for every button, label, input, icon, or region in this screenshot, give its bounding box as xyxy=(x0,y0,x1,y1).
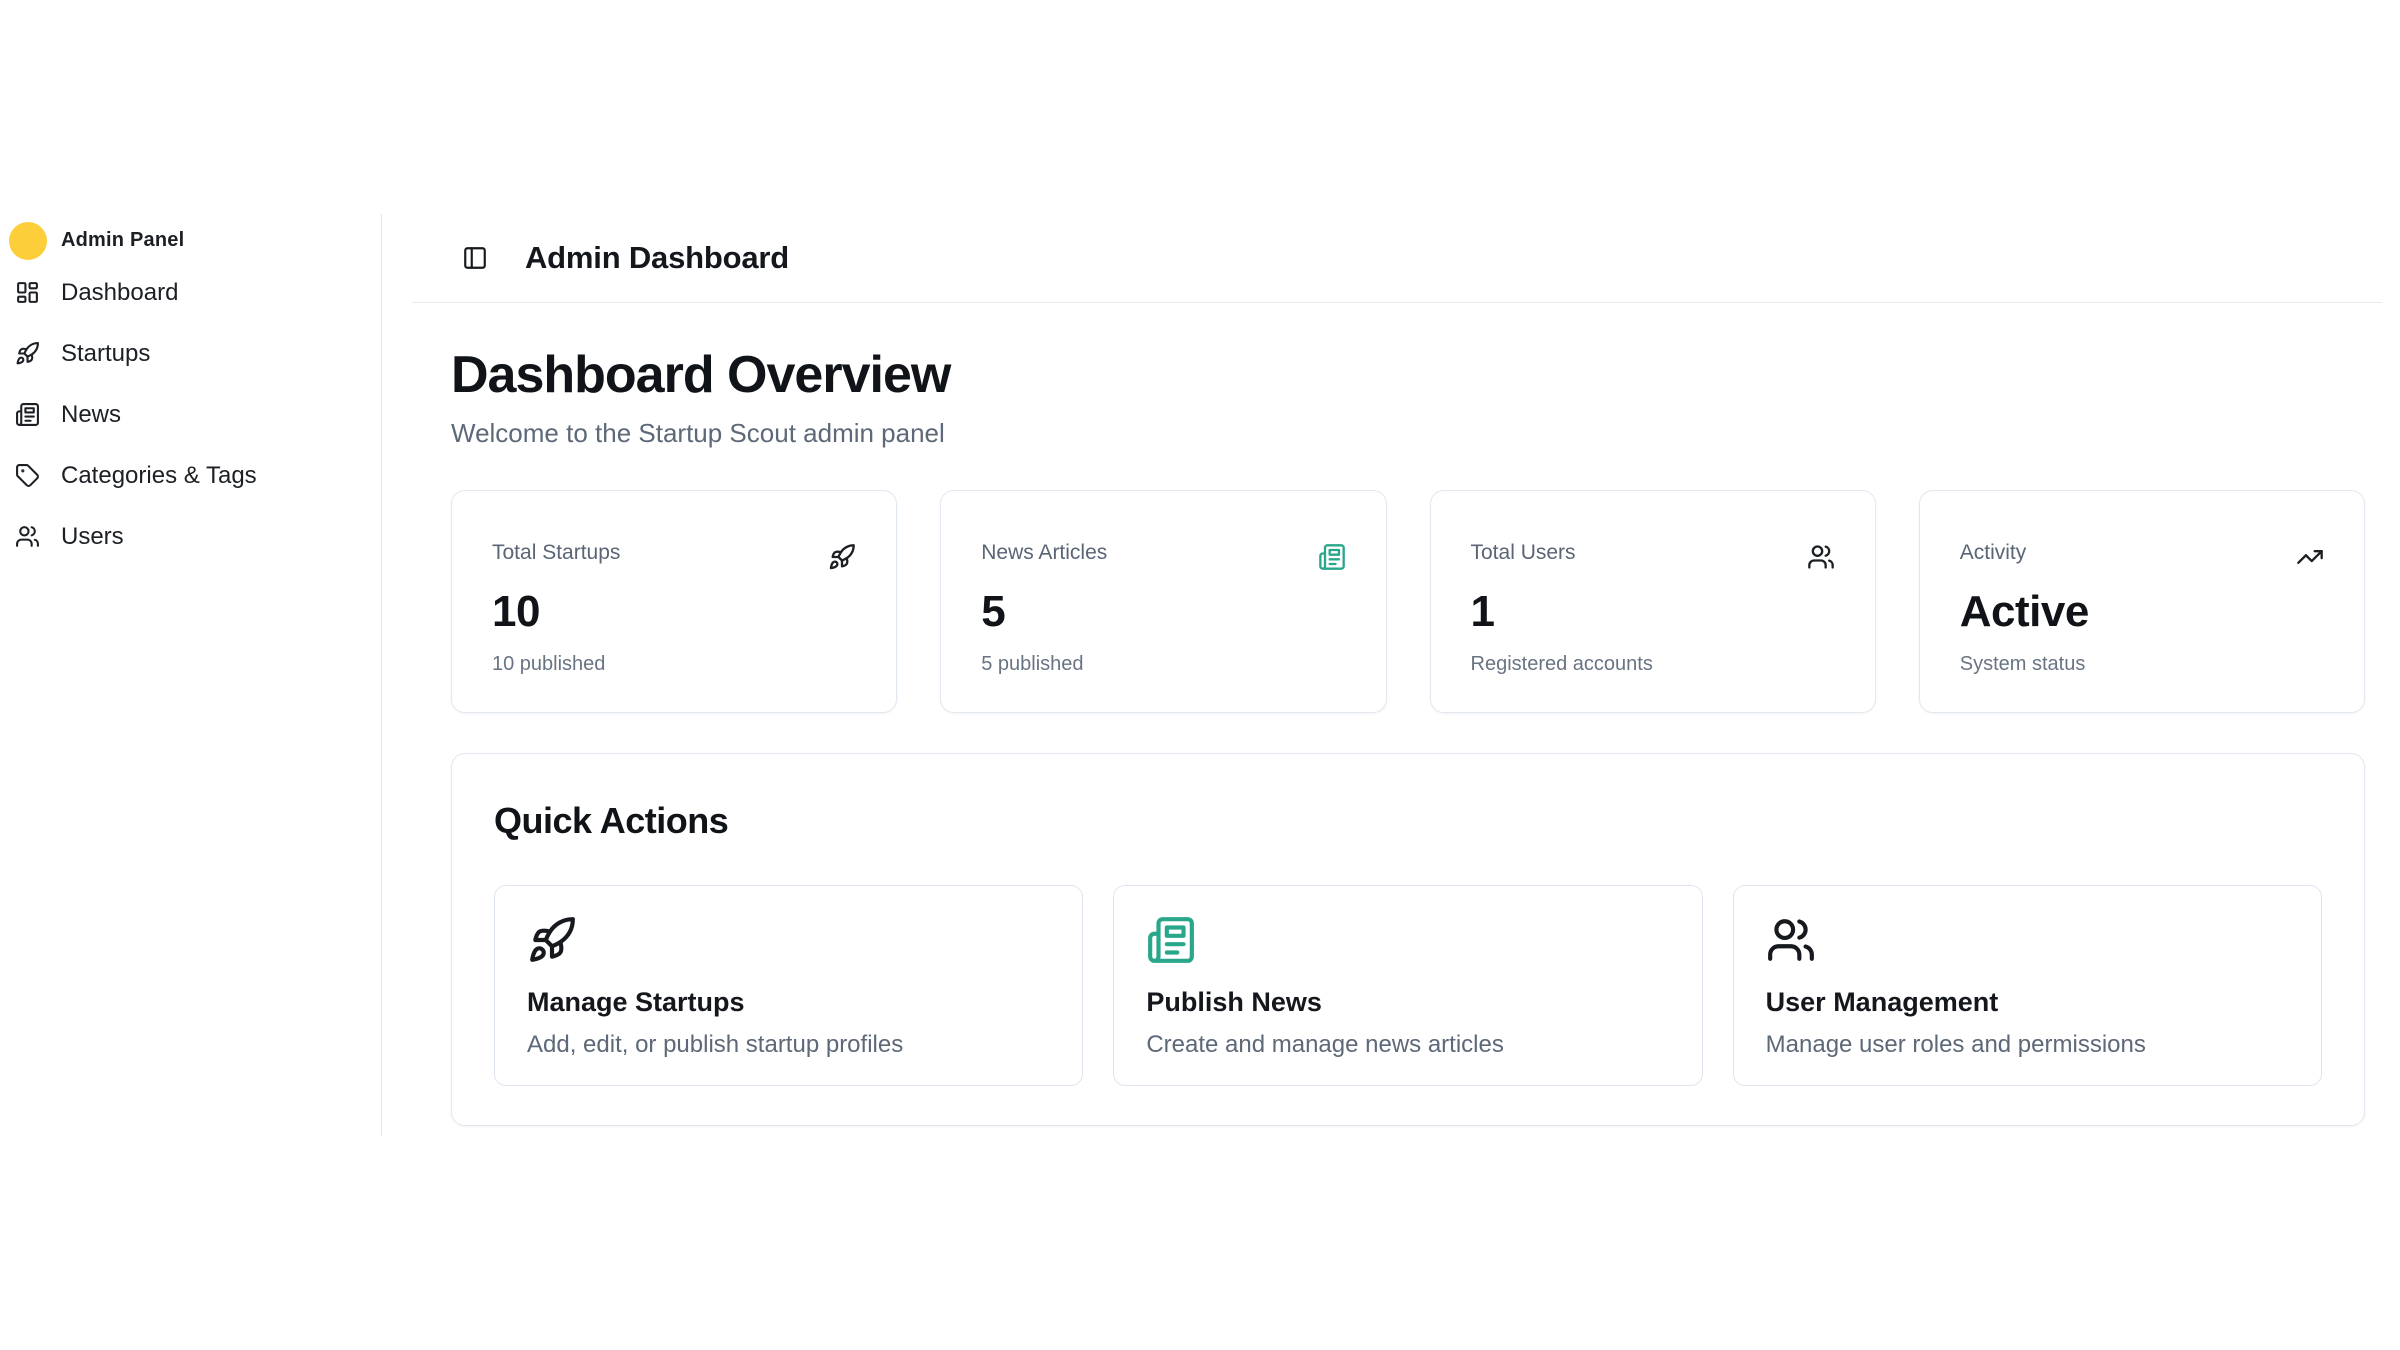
action-title: Manage Startups xyxy=(527,987,1050,1018)
action-card-user-management[interactable]: User Management Manage user roles and pe… xyxy=(1733,885,2322,1086)
action-title: Publish News xyxy=(1146,987,1669,1018)
page-title: Admin Dashboard xyxy=(525,240,789,276)
stat-card-total-startups: Total Startups 10 10 published xyxy=(451,490,897,713)
stat-subtext: System status xyxy=(1960,653,2324,676)
users-icon xyxy=(15,524,40,549)
sidebar-item-dashboard[interactable]: Dashboard xyxy=(0,262,381,323)
stat-label: News Articles xyxy=(981,541,1345,565)
overview-title: Dashboard Overview xyxy=(451,348,2365,403)
quick-actions-panel: Quick Actions Manage Startups Add, edit,… xyxy=(451,753,2365,1126)
action-description: Create and manage news articles xyxy=(1146,1031,1669,1059)
trending-up-icon xyxy=(2296,543,2324,571)
action-description: Add, edit, or publish startup profiles xyxy=(527,1031,1050,1059)
stat-cards-row: Total Startups 10 10 published News Arti… xyxy=(451,490,2365,713)
stat-label: Total Startups xyxy=(492,541,856,565)
stat-label: Activity xyxy=(1960,541,2324,565)
sidebar: Admin Panel Dashboard Startups News Cate… xyxy=(0,214,382,1136)
stat-subtext: 5 published xyxy=(981,653,1345,676)
users-icon xyxy=(1766,915,1816,965)
stat-value: 10 xyxy=(492,587,856,637)
stat-value: 1 xyxy=(1471,587,1835,637)
sidebar-item-label: Startups xyxy=(61,340,150,368)
quick-actions-row: Manage Startups Add, edit, or publish st… xyxy=(494,885,2322,1086)
sidebar-item-categories-tags[interactable]: Categories & Tags xyxy=(0,445,381,506)
newspaper-icon xyxy=(1146,915,1196,965)
quick-actions-title: Quick Actions xyxy=(494,801,2322,841)
sidebar-item-label: Users xyxy=(61,523,124,551)
sidebar-item-label: News xyxy=(61,401,121,429)
sidebar-item-news[interactable]: News xyxy=(0,384,381,445)
sidebar-item-users[interactable]: Users xyxy=(0,506,381,567)
overview-heading: Dashboard Overview Welcome to the Startu… xyxy=(451,348,2365,449)
topbar: Admin Dashboard xyxy=(412,214,2382,303)
sidebar-nav: Dashboard Startups News Categories & Tag… xyxy=(0,262,381,567)
overview-subtitle: Welcome to the Startup Scout admin panel xyxy=(451,418,2365,449)
sidebar-item-label: Dashboard xyxy=(61,279,178,307)
action-card-publish-news[interactable]: Publish News Create and manage news arti… xyxy=(1113,885,1702,1086)
sidebar-item-label: Categories & Tags xyxy=(61,462,257,490)
sidebar-toggle-button[interactable] xyxy=(462,245,488,271)
action-description: Manage user roles and permissions xyxy=(1766,1031,2289,1059)
layout-dashboard-icon xyxy=(15,280,40,305)
action-card-manage-startups[interactable]: Manage Startups Add, edit, or publish st… xyxy=(494,885,1083,1086)
sidebar-item-startups[interactable]: Startups xyxy=(0,323,381,384)
brand: Admin Panel xyxy=(9,219,381,262)
panel-left-icon xyxy=(462,245,488,271)
users-icon xyxy=(1807,543,1835,571)
newspaper-icon xyxy=(15,402,40,427)
stat-value: 5 xyxy=(981,587,1345,637)
tag-icon xyxy=(15,463,40,488)
stat-card-activity: Activity Active System status xyxy=(1919,490,2365,713)
rocket-icon xyxy=(15,341,40,366)
brand-name: Admin Panel xyxy=(61,229,184,252)
rocket-icon xyxy=(527,915,577,965)
stat-card-news-articles: News Articles 5 5 published xyxy=(940,490,1386,713)
newspaper-icon xyxy=(1318,543,1346,571)
stat-subtext: Registered accounts xyxy=(1471,653,1835,676)
admin-dashboard-page: Admin Panel Dashboard Startups News Cate… xyxy=(0,0,2400,1350)
stat-card-total-users: Total Users 1 Registered accounts xyxy=(1430,490,1876,713)
stat-value: Active xyxy=(1960,587,2324,637)
action-title: User Management xyxy=(1766,987,2289,1018)
stat-label: Total Users xyxy=(1471,541,1835,565)
rocket-icon xyxy=(828,543,856,571)
brand-logo-circle xyxy=(9,222,47,260)
stat-subtext: 10 published xyxy=(492,653,856,676)
